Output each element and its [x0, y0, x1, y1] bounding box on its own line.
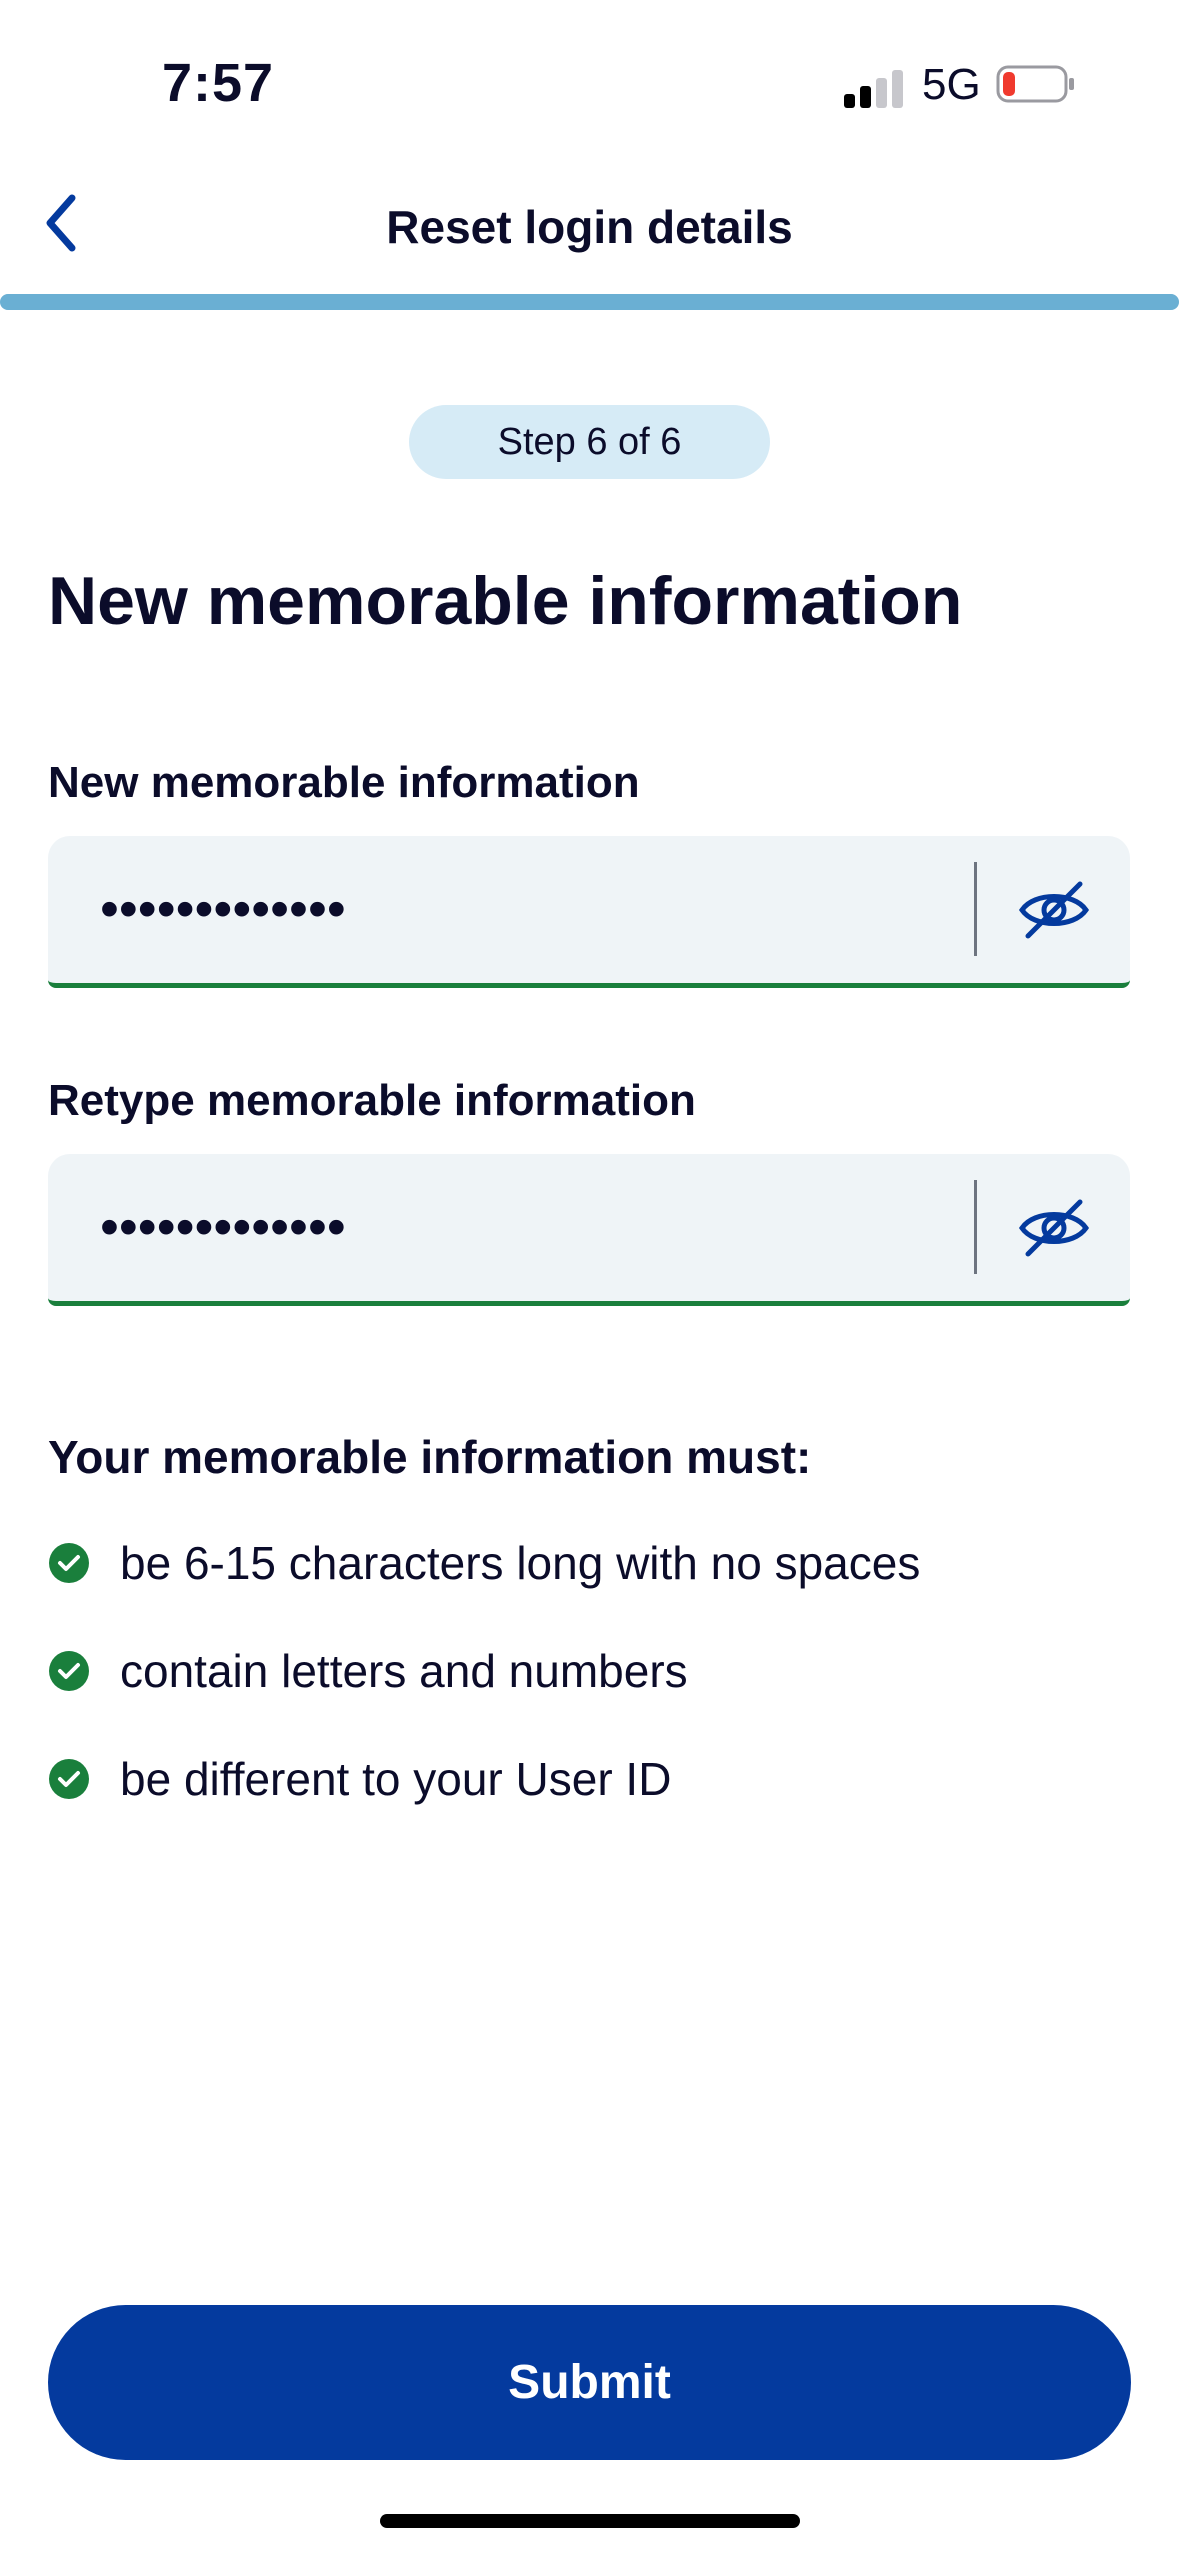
requirement-item: be 6-15 characters long with no spaces — [48, 1536, 920, 1590]
requirements-title: Your memorable information must: — [48, 1431, 812, 1483]
progress-bar — [0, 294, 1179, 310]
requirement-text: be 6-15 characters long with no spaces — [120, 1537, 921, 1589]
requirement-item: be different to your User ID — [48, 1752, 671, 1806]
status-bar: 7:57 5G — [0, 0, 1179, 150]
step-indicator: Step 6 of 6 — [409, 405, 770, 479]
retype-memorable-input[interactable] — [100, 1182, 960, 1272]
requirement-item: contain letters and numbers — [48, 1644, 688, 1698]
field-divider — [974, 1180, 977, 1274]
progress-bar-fill — [0, 294, 1179, 310]
eye-off-icon[interactable] — [1014, 870, 1094, 950]
new-memorable-field — [48, 836, 1130, 988]
nav-header: Reset login details — [0, 160, 1179, 290]
page-title: Reset login details — [386, 201, 793, 253]
eye-off-icon[interactable] — [1014, 1188, 1094, 1268]
status-time: 7:57 — [162, 53, 275, 113]
retype-memorable-label: Retype memorable information — [48, 1076, 696, 1125]
battery-icon — [996, 65, 1074, 103]
new-memorable-label: New memorable information — [48, 758, 640, 807]
field-divider — [974, 862, 977, 956]
signal-icon — [844, 68, 904, 108]
requirement-text: be different to your User ID — [120, 1753, 672, 1805]
retype-memorable-field — [48, 1154, 1130, 1306]
requirement-text: contain letters and numbers — [120, 1645, 688, 1697]
submit-button[interactable]: Submit — [48, 2305, 1131, 2460]
check-circle-icon — [49, 1651, 89, 1691]
new-memorable-input[interactable] — [100, 864, 960, 954]
home-indicator — [380, 2514, 800, 2528]
form-heading: New memorable information — [48, 563, 963, 639]
check-circle-icon — [49, 1543, 89, 1583]
network-type: 5G — [922, 60, 981, 109]
check-circle-icon — [49, 1759, 89, 1799]
